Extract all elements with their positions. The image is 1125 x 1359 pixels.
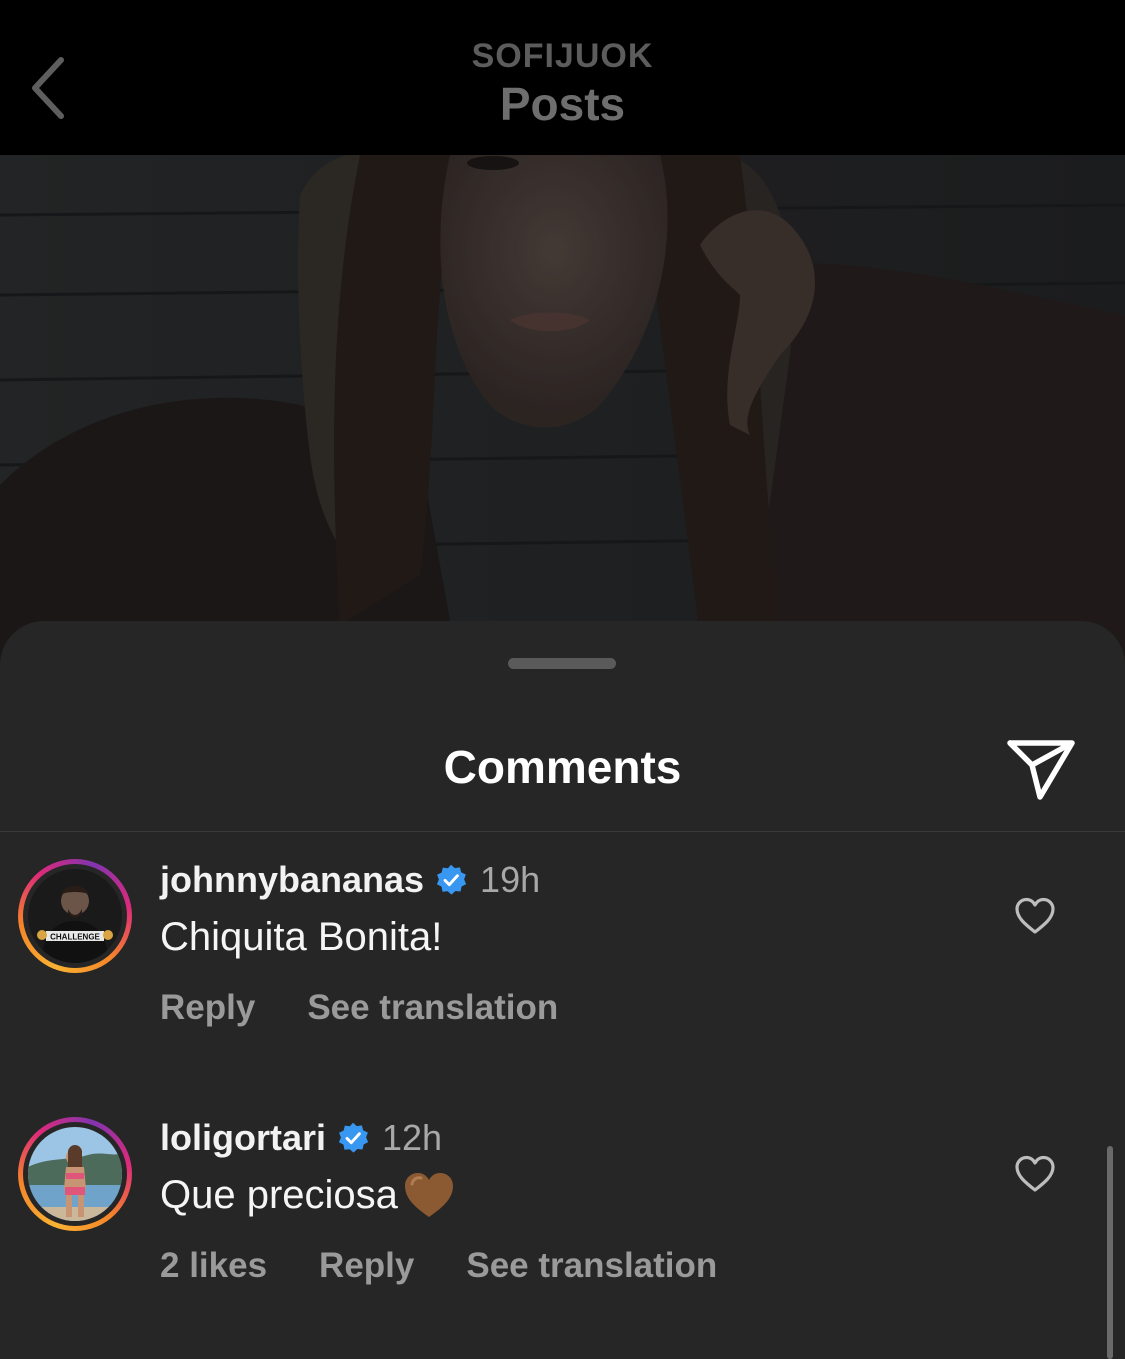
comment-actions: 2 likes Reply See translation	[160, 1242, 769, 1290]
top-navigation-bar: SOFIJUOK Posts	[0, 0, 1125, 155]
avatar-ring-gap	[23, 1122, 127, 1226]
header-username: SOFIJUOK	[471, 37, 654, 75]
sheet-drag-handle[interactable]	[508, 658, 616, 669]
comment-username[interactable]: loligortari	[160, 1116, 326, 1160]
comment-text: Que preciosa	[160, 1173, 398, 1217]
comment-username[interactable]: johnnybananas	[160, 858, 424, 902]
see-translation-button[interactable]: See translation	[466, 1244, 717, 1288]
share-button[interactable]	[1000, 729, 1082, 811]
page-title: Posts	[499, 78, 626, 130]
see-translation-button[interactable]: See translation	[307, 986, 558, 1030]
sheet-divider	[0, 831, 1125, 832]
avatar-image	[28, 1127, 122, 1221]
heart-outline-icon[interactable]	[1014, 1154, 1056, 1194]
avatar-story-ring[interactable]: CHALLENGE	[18, 859, 132, 973]
comment-time: 12h	[382, 1117, 443, 1158]
reply-button[interactable]: Reply	[319, 1244, 414, 1288]
avatar-ring-gap: CHALLENGE	[23, 864, 127, 968]
comment-text-row: Que preciosa	[160, 1170, 456, 1220]
comment-meta: johnnybananas 19h	[160, 856, 540, 904]
comment-text: Chiquita Bonita!	[160, 915, 443, 959]
scrollbar[interactable]	[1107, 1146, 1113, 1359]
comments-sheet: Comments CHALLENGE johnnybananas 19h Chi…	[0, 621, 1125, 1359]
comment-time: 19h	[480, 859, 541, 900]
header-titles: SOFIJUOK Posts	[0, 36, 1125, 132]
verified-badge-icon	[338, 1122, 369, 1153]
post-image[interactable]	[0, 155, 1125, 675]
avatar: CHALLENGE	[28, 869, 122, 963]
brown-heart-icon	[404, 1173, 453, 1217]
heart-outline-icon[interactable]	[1014, 896, 1056, 936]
avatar-story-ring[interactable]	[18, 1117, 132, 1231]
comments-title: Comments	[443, 741, 682, 793]
comment-meta: loligortari 12h	[160, 1114, 442, 1162]
reply-button[interactable]: Reply	[160, 986, 255, 1030]
comment-actions: Reply See translation	[160, 984, 610, 1032]
avatar-caption: CHALLENGE	[50, 933, 100, 942]
instagram-comments-screen: SOFIJUOK Posts Comments CHALLENGE johnny…	[0, 0, 1125, 1359]
comment-item: CHALLENGE johnnybananas 19h Chiquita Bon…	[0, 856, 1125, 1056]
verified-badge-icon	[436, 864, 467, 895]
paper-plane-icon	[1007, 740, 1075, 800]
avatar	[28, 1127, 122, 1221]
post-photo-illustration	[0, 155, 1125, 675]
likes-count[interactable]: 2 likes	[160, 1244, 267, 1288]
avatar-image: CHALLENGE	[28, 869, 122, 963]
comment-item: loligortari 12h Que preciosa 2 likes Rep…	[0, 1114, 1125, 1314]
